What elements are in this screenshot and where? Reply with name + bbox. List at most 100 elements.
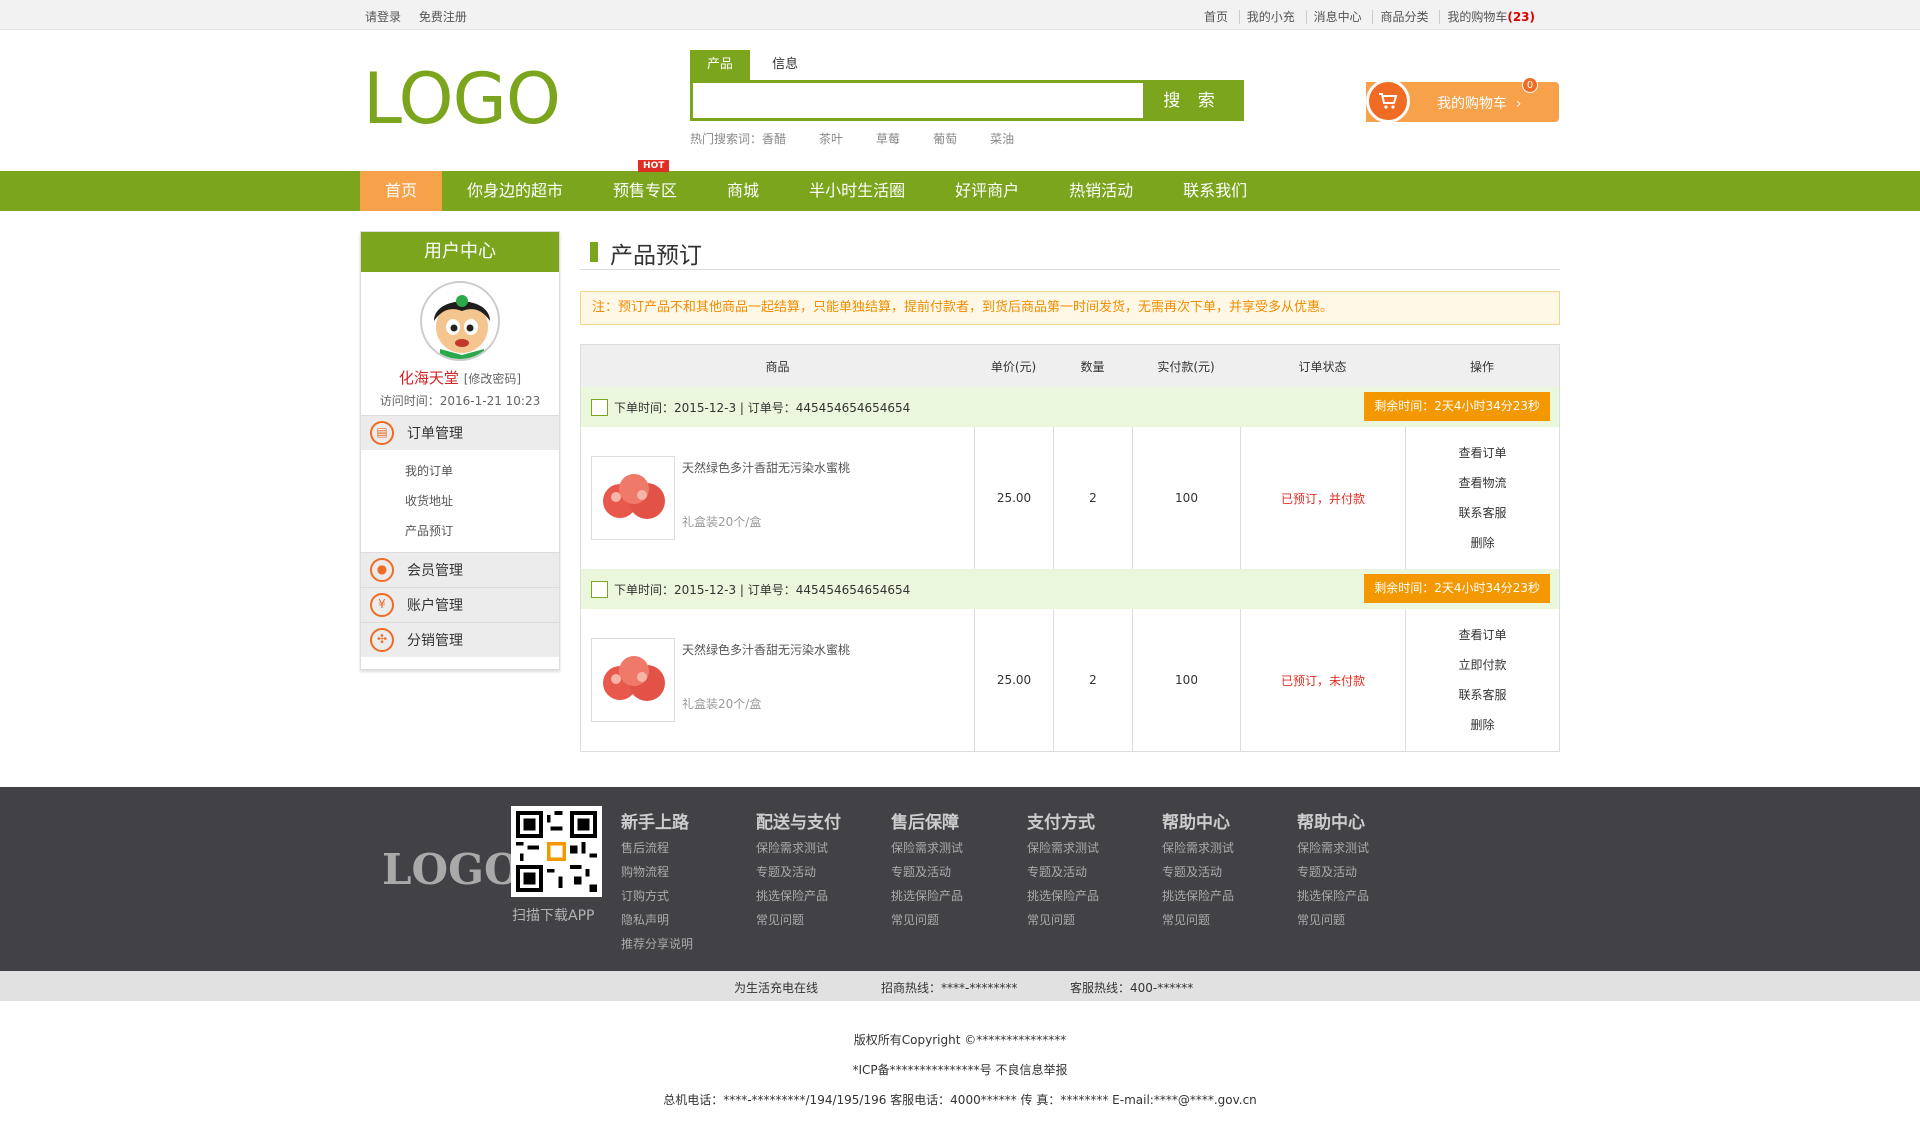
delete-link[interactable]: 删除 (1470, 528, 1494, 558)
footer-link[interactable]: 保险需求测试 (1297, 836, 1369, 860)
search-tab-info[interactable]: 信息 (755, 50, 815, 80)
view-order-link[interactable]: 查看订单 (1458, 620, 1506, 650)
footer-link[interactable]: 专题及活动 (1162, 860, 1234, 884)
footer-column-title: 新手上路 (621, 813, 689, 833)
change-password-link[interactable]: [修改密码] (464, 372, 521, 386)
register-link[interactable]: 免费注册 (419, 10, 467, 24)
sidebar-item-members[interactable]: ● 会员管理 (361, 552, 559, 587)
sidebar-item-label: 订单管理 (407, 426, 463, 442)
order-checkbox[interactable] (591, 581, 608, 598)
footer-link[interactable]: 常见问题 (756, 908, 841, 932)
main-nav: 首页 你身边的超市 预售专区 HOT 商城 半小时生活圈 好评商户 热销活动 联系… (0, 160, 1920, 211)
document-icon: ▤ (370, 421, 394, 445)
footer-link[interactable]: 专题及活动 (891, 860, 963, 884)
footer-link[interactable]: 专题及活动 (1297, 860, 1369, 884)
footer-link[interactable]: 挑选保险产品 (1297, 884, 1369, 908)
pay-now-link[interactable]: 立即付款 (1458, 650, 1506, 680)
login-link[interactable]: 请登录 (365, 10, 401, 24)
nav-item-merchants[interactable]: 好评商户 (930, 171, 1044, 211)
footer-link[interactable]: 保险需求测试 (1162, 836, 1234, 860)
quantity: 2 (1053, 427, 1132, 569)
title-accent-bar (590, 242, 598, 262)
view-order-link[interactable]: 查看订单 (1458, 438, 1506, 468)
footer-link[interactable]: 专题及活动 (756, 860, 841, 884)
footer-link[interactable]: 保险需求测试 (891, 836, 963, 860)
order-checkbox[interactable] (591, 399, 608, 416)
footer-link[interactable]: 常见问题 (1297, 908, 1369, 932)
unit-price: 25.00 (974, 427, 1053, 569)
product-thumbnail[interactable] (591, 456, 675, 540)
cart-button[interactable]: 我的购物车 › 0 (1366, 77, 1559, 123)
footer-link[interactable]: 挑选保险产品 (756, 884, 841, 908)
username: 化海天堂 (398, 369, 459, 387)
footer-link[interactable]: 保险需求测试 (756, 836, 841, 860)
footer-link[interactable]: 挑选保险产品 (1027, 884, 1099, 908)
footer-link[interactable]: 售后流程 (621, 836, 693, 860)
product-spec: 礼盒装20个/盒 (682, 697, 762, 711)
chevron-right-icon: › (1515, 96, 1522, 112)
order-status: 已预订，未付款 (1240, 609, 1405, 751)
nav-item-home[interactable]: 首页 (360, 171, 443, 211)
sidebar-item-distribution[interactable]: ✣ 分销管理 (361, 622, 559, 657)
sidebar-item-label: 分销管理 (407, 633, 463, 649)
preorder-table: 商品 单价(元) 数量 实付款(元) 订单状态 操作 下单时间：2015-12-… (580, 344, 1560, 752)
avatar[interactable] (420, 281, 500, 361)
footer-link[interactable]: 购物流程 (621, 860, 693, 884)
column-header: 商品 (765, 359, 790, 374)
product-thumbnail[interactable] (591, 638, 675, 722)
footer-link[interactable]: 常见问题 (1162, 908, 1234, 932)
footer-link[interactable]: 保险需求测试 (1027, 836, 1099, 860)
hot-word[interactable]: 茶叶 (819, 132, 843, 146)
footer-link[interactable]: 常见问题 (891, 908, 963, 932)
footer-link[interactable]: 专题及活动 (1027, 860, 1099, 884)
footer-link[interactable]: 推荐分享说明 (621, 932, 693, 956)
product-name[interactable]: 天然绿色多汁香甜无污染水蜜桃 (682, 641, 850, 658)
view-logistics-link[interactable]: 查看物流 (1458, 468, 1506, 498)
search-button[interactable]: 搜 索 (1143, 83, 1241, 118)
share-icon: ✣ (370, 628, 394, 652)
footer-link[interactable]: 常见问题 (1027, 908, 1099, 932)
table-row: 天然绿色多汁香甜无污染水蜜桃 礼盒装20个/盒 25.00 2 100 已预订，… (581, 609, 1559, 751)
sidebar-item-orders[interactable]: ▤ 订单管理 (361, 415, 559, 450)
top-link-cart[interactable]: 我的购物车(23) (1439, 10, 1542, 24)
footer-link[interactable]: 挑选保险产品 (1162, 884, 1234, 908)
contact-service-link[interactable]: 联系客服 (1458, 680, 1506, 710)
footer-link[interactable]: 订购方式 (621, 884, 693, 908)
top-link-my-account[interactable]: 我的小充 (1238, 10, 1302, 24)
top-link-categories[interactable]: 商品分类 (1372, 10, 1436, 24)
cart-badge: 0 (1522, 77, 1538, 93)
nav-item-contact[interactable]: 联系我们 (1158, 171, 1272, 211)
nav-item-half-hour[interactable]: 半小时生活圈 (784, 171, 930, 211)
sidebar-subitem-my-orders[interactable]: 我的订单 (405, 456, 559, 486)
hot-word[interactable]: 草莓 (876, 132, 900, 146)
nav-item-supermarket[interactable]: 你身边的超市 (442, 171, 588, 211)
top-link-messages[interactable]: 消息中心 (1305, 10, 1369, 24)
footer-column-title: 配送与支付 (756, 813, 841, 833)
nav-item-presale[interactable]: 预售专区 HOT (588, 160, 702, 211)
top-cart-label: 我的购物车 (1447, 10, 1508, 24)
sidebar-subitem-address[interactable]: 收货地址 (405, 486, 559, 516)
footer-column: 配送与支付 保险需求测试 专题及活动 挑选保险产品 常见问题 (756, 808, 841, 932)
site-logo[interactable]: LOGO (363, 58, 561, 140)
footer-link[interactable]: 隐私声明 (621, 908, 693, 932)
column-header: 订单状态 (1298, 359, 1347, 374)
nav-item-hot-sales[interactable]: 热销活动 (1044, 171, 1158, 211)
hot-word[interactable]: 菜油 (990, 132, 1014, 146)
delete-link[interactable]: 删除 (1470, 710, 1494, 740)
copyright-text: 版权所有Copyright ©*************** (853, 1033, 1067, 1047)
nav-item-mall[interactable]: 商城 (702, 171, 784, 211)
search-input[interactable] (693, 83, 1143, 118)
contact-service-link[interactable]: 联系客服 (1458, 498, 1506, 528)
paid-amount: 100 (1132, 427, 1240, 569)
hot-word[interactable]: 香醋 (762, 132, 786, 146)
top-link-home[interactable]: 首页 (1197, 10, 1235, 24)
sidebar-item-account[interactable]: ¥ 账户管理 (361, 587, 559, 622)
order-actions: 查看订单 立即付款 联系客服 删除 (1405, 609, 1559, 751)
visit-time: 访问时间：2016-1-21 10:23 (379, 394, 541, 408)
footer-logo: LOGO (382, 845, 521, 894)
hot-word[interactable]: 葡萄 (933, 132, 957, 146)
sidebar-subitem-preorder[interactable]: 产品预订 (405, 516, 559, 546)
footer-link[interactable]: 挑选保险产品 (891, 884, 963, 908)
search-tab-product[interactable]: 产品 (690, 50, 751, 80)
product-name[interactable]: 天然绿色多汁香甜无污染水蜜桃 (682, 459, 850, 476)
